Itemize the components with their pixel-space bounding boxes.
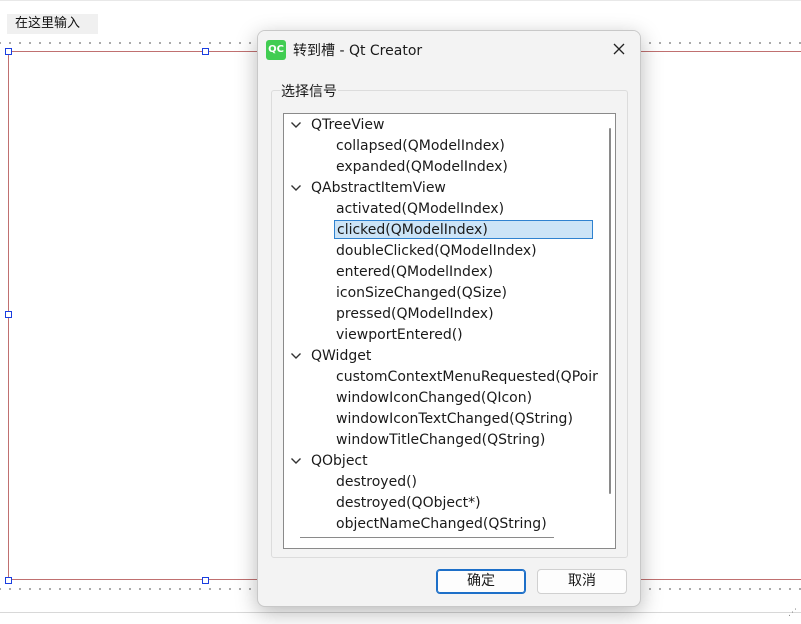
tree-item-label: objectNameChanged(QString) [336,516,547,532]
tree-item-label: QObject [311,453,368,469]
tree-signal-row[interactable]: destroyed() [284,472,599,493]
tree-signal-row[interactable]: viewportEntered() [284,325,599,346]
close-button[interactable] [606,37,632,61]
tree-item-label: windowTitleChanged(QString) [336,432,546,448]
tree-item-label: destroyed() [336,474,418,490]
tree-signal-row[interactable]: entered(QModelIndex) [284,262,599,283]
tree-item-label: QWidget [311,348,372,364]
signal-tree[interactable]: QTreeView collapsed(QModelIndex) expanded(… [283,113,616,549]
tree-item-label: entered(QModelIndex) [336,264,494,280]
tree-group-row[interactable]: QObject [284,451,599,472]
resize-handle[interactable] [5,311,12,318]
chevron-down-icon[interactable] [290,351,302,361]
top-divider [0,0,801,1]
horizontal-scrollbar[interactable] [300,537,554,538]
tree-item-label: customContextMenuRequested(QPoint) [336,369,598,385]
tree-signal-row[interactable]: windowTitleChanged(QString) [284,430,599,451]
ok-button[interactable]: 确定 [436,569,526,594]
bottom-divider [0,612,801,613]
dialog-titlebar[interactable]: QC 转到槽 - Qt Creator [258,31,640,67]
tree-item-label: clicked(QModelIndex) [334,220,593,239]
tree-group-row[interactable]: QAbstractItemView [284,178,599,199]
tree-item-label: windowIconChanged(QIcon) [336,390,533,406]
chevron-down-icon[interactable] [290,120,302,130]
tree-item-label: windowIconTextChanged(QString) [336,411,573,427]
tree-item-label: viewportEntered() [336,327,463,343]
tree-signal-row[interactable]: objectNameChanged(QString) [284,514,599,535]
go-to-slot-dialog: QC 转到槽 - Qt Creator 选择信号 QTreeView collap… [257,30,641,607]
groupbox-title: 选择信号 [280,81,338,101]
tree-signal-row[interactable]: activated(QModelIndex) [284,199,599,220]
tree-item-label: collapsed(QModelIndex) [336,138,505,154]
tree-signal-row[interactable]: windowIconChanged(QIcon) [284,388,599,409]
qt-creator-logo-icon: QC [266,40,286,60]
close-icon [613,43,625,55]
tree-signal-row[interactable]: pressed(QModelIndex) [284,304,599,325]
tree-signal-row[interactable]: doubleClicked(QModelIndex) [284,241,599,262]
tree-signal-row[interactable]: destroyed(QObject*) [284,493,599,514]
vertical-scrollbar[interactable] [609,128,611,494]
menu-bar-placeholder[interactable]: 在这里输入 [7,14,98,34]
tree-signal-row[interactable]: customContextMenuRequested(QPoint) [284,367,599,388]
chevron-down-icon[interactable] [290,183,302,193]
tree-item-label: QAbstractItemView [311,180,446,196]
tree-item-label: expanded(QModelIndex) [336,159,508,175]
tree-signal-row[interactable]: expanded(QModelIndex) [284,157,599,178]
tree-signal-row[interactable]: windowIconTextChanged(QString) [284,409,599,430]
tree-signal-row[interactable]: collapsed(QModelIndex) [284,136,599,157]
dialog-title: 转到槽 - Qt Creator [293,43,423,59]
tree-signal-row[interactable]: clicked(QModelIndex) [284,220,599,241]
tree-group-row[interactable]: QTreeView [284,115,599,136]
resize-handle[interactable] [202,48,209,55]
tree-group-row[interactable]: QWidget [284,346,599,367]
chevron-down-icon[interactable] [290,456,302,466]
resize-handle[interactable] [5,577,12,584]
cancel-button[interactable]: 取消 [537,569,627,594]
resize-handle[interactable] [5,48,12,55]
tree-item-label: iconSizeChanged(QSize) [336,285,507,301]
tree-item-label: QTreeView [311,117,385,133]
size-grip-icon[interactable]: ⋰ [788,608,797,618]
tree-item-label: doubleClicked(QModelIndex) [336,243,537,259]
tree-item-label: destroyed(QObject*) [336,495,481,511]
resize-handle[interactable] [202,577,209,584]
tree-signal-row[interactable]: iconSizeChanged(QSize) [284,283,599,304]
tree-item-label: pressed(QModelIndex) [336,306,494,322]
tree-item-label: activated(QModelIndex) [336,201,505,217]
